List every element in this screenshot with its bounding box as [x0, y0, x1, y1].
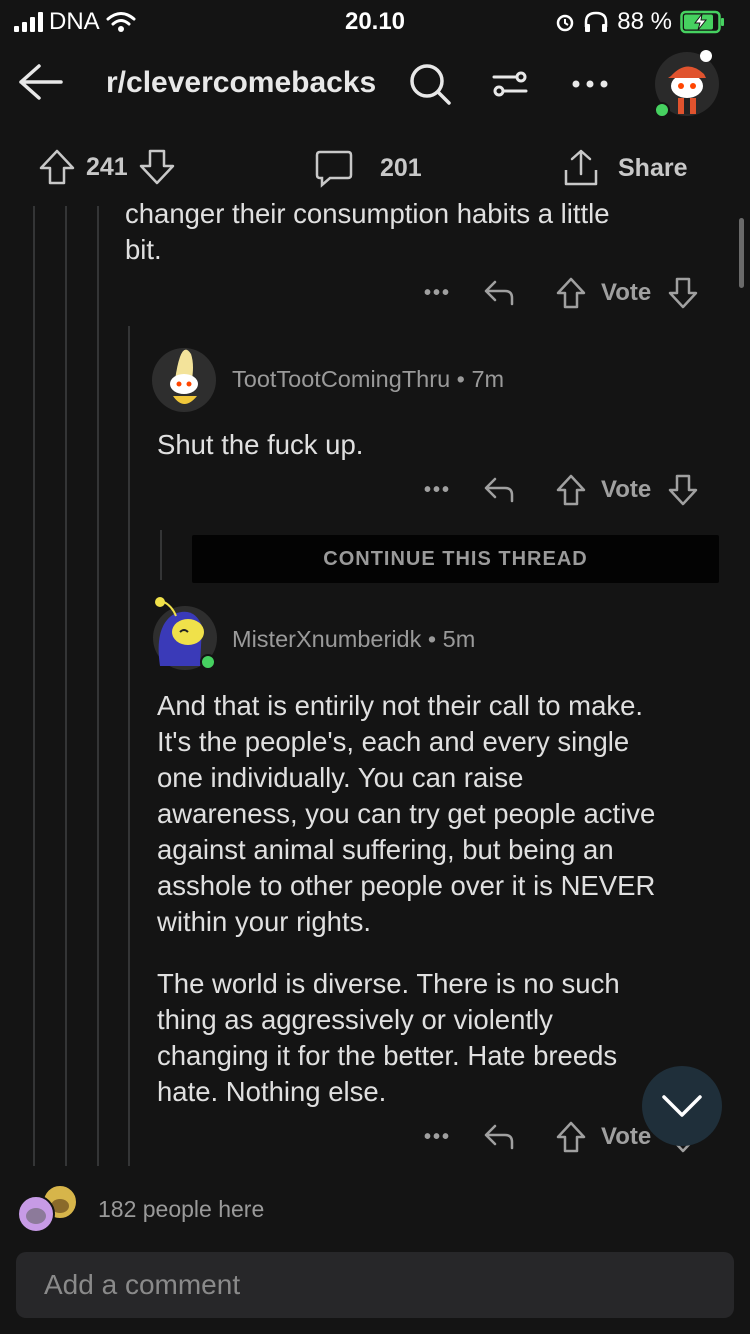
- chevron-down-icon: [662, 1095, 702, 1117]
- comment-line: thing as aggressively or violently: [157, 1004, 553, 1035]
- comment-line: Shut the fuck up.: [157, 429, 364, 460]
- headphones-icon: [585, 11, 608, 32]
- sort-button[interactable]: [484, 58, 536, 110]
- sort-icon: [492, 71, 528, 97]
- comment-line: And that is entirily not their call to m…: [157, 690, 644, 721]
- downvote-icon[interactable]: [138, 148, 176, 186]
- upvote-icon[interactable]: [555, 473, 587, 507]
- comment-line: against animal suffering, but being an: [157, 834, 614, 865]
- comment-count: 201: [380, 153, 422, 182]
- battery-charging-icon: [680, 10, 724, 34]
- snoo-avatar-icon: [654, 50, 719, 118]
- back-arrow-icon: [19, 64, 63, 100]
- share-icon: [564, 149, 598, 186]
- reply-icon[interactable]: [483, 475, 515, 505]
- thread-line[interactable]: [33, 206, 35, 1166]
- comment-actions: ••• Vote: [424, 473, 699, 507]
- comment-body: And that is entirily not their call to m…: [157, 688, 655, 940]
- comment-line: asshole to other people over it is NEVER: [157, 870, 656, 901]
- comment-line: changer their consumption habits a littl…: [125, 198, 610, 229]
- separator-dot: •: [456, 366, 472, 392]
- search-button[interactable]: [404, 58, 456, 110]
- scrollbar[interactable]: [739, 218, 744, 288]
- comment-body: changer their consumption habits a littl…: [125, 196, 610, 268]
- comment-actions: ••• Vote: [424, 276, 699, 310]
- share-label: Share: [618, 153, 688, 182]
- reply-icon[interactable]: [483, 1122, 515, 1152]
- comments-button[interactable]: 201: [314, 148, 422, 188]
- comment-author[interactable]: TootTootComingThru • 7m: [232, 366, 504, 393]
- more-icon[interactable]: •••: [424, 282, 451, 305]
- comment-icon: [315, 150, 353, 188]
- more-icon[interactable]: •••: [424, 479, 451, 502]
- comment-line: hate. Nothing else.: [157, 1076, 387, 1107]
- thread-line[interactable]: [97, 206, 99, 1166]
- post-vote-group: 241: [38, 148, 176, 186]
- status-bar: DNA 20.10 88 %: [0, 0, 750, 42]
- downvote-icon[interactable]: [667, 473, 699, 507]
- comment-input[interactable]: Add a comment: [16, 1252, 734, 1318]
- comment-age: 5m: [442, 626, 476, 652]
- profile-avatar[interactable]: [654, 44, 720, 120]
- upvote-icon[interactable]: [555, 276, 587, 310]
- more-icon[interactable]: •••: [424, 1126, 451, 1149]
- upvote-icon[interactable]: [555, 1120, 587, 1154]
- downvote-icon[interactable]: [667, 276, 699, 310]
- more-button[interactable]: [564, 58, 616, 110]
- comment-age: 7m: [471, 366, 505, 392]
- continue-thread-button[interactable]: CONTINUE THIS THREAD: [192, 535, 719, 583]
- people-here-label: 182 people here: [98, 1196, 265, 1222]
- comment-body: The world is diverse. There is no such t…: [157, 966, 620, 1110]
- bottom-bar: 182 people here Add a comment: [0, 1168, 750, 1334]
- subreddit-title[interactable]: r/clevercomebacks: [106, 66, 376, 100]
- comment-line: within your rights.: [157, 906, 371, 937]
- thread-line[interactable]: [160, 530, 162, 580]
- thread-line[interactable]: [65, 206, 67, 1166]
- separator-dot: •: [427, 626, 443, 652]
- comment-body: Shut the fuck up.: [157, 427, 363, 463]
- back-button[interactable]: [14, 56, 66, 108]
- vote-label: Vote: [601, 476, 652, 503]
- username[interactable]: TootTootComingThru: [232, 366, 450, 392]
- comment-line: changing it for the better. Hate breeds: [157, 1040, 618, 1071]
- reply-icon[interactable]: [483, 278, 515, 308]
- share-button[interactable]: Share: [562, 148, 687, 188]
- vote-label: Vote: [601, 279, 652, 306]
- comment-author[interactable]: MisterXnumberidk • 5m: [232, 626, 475, 653]
- comment-line: It's the people's, each and every single: [157, 726, 630, 757]
- user-avatar[interactable]: [150, 596, 220, 674]
- next-comment-button[interactable]: [642, 1066, 722, 1146]
- post-action-bar: 241 201 Share: [0, 140, 750, 198]
- username[interactable]: MisterXnumberidk: [232, 626, 421, 652]
- post-score: 241: [86, 152, 128, 181]
- comment-line: The world is diverse. There is no such: [157, 968, 620, 999]
- thread-line[interactable]: [128, 326, 130, 1166]
- search-icon: [410, 64, 451, 105]
- alarm-icon: [557, 14, 574, 32]
- top-nav: r/clevercomebacks: [0, 44, 750, 126]
- comment-line: bit.: [125, 234, 162, 265]
- more-icon: [572, 80, 608, 88]
- battery-percent: 88 %: [617, 8, 672, 35]
- vote-label: Vote: [601, 1123, 652, 1150]
- comment-line: awareness, you can try get people active: [157, 798, 656, 829]
- upvote-icon[interactable]: [38, 148, 76, 186]
- user-avatar[interactable]: [151, 336, 217, 412]
- active-users-avatars: [17, 1184, 78, 1233]
- comment-line: one individually. You can raise: [157, 762, 524, 793]
